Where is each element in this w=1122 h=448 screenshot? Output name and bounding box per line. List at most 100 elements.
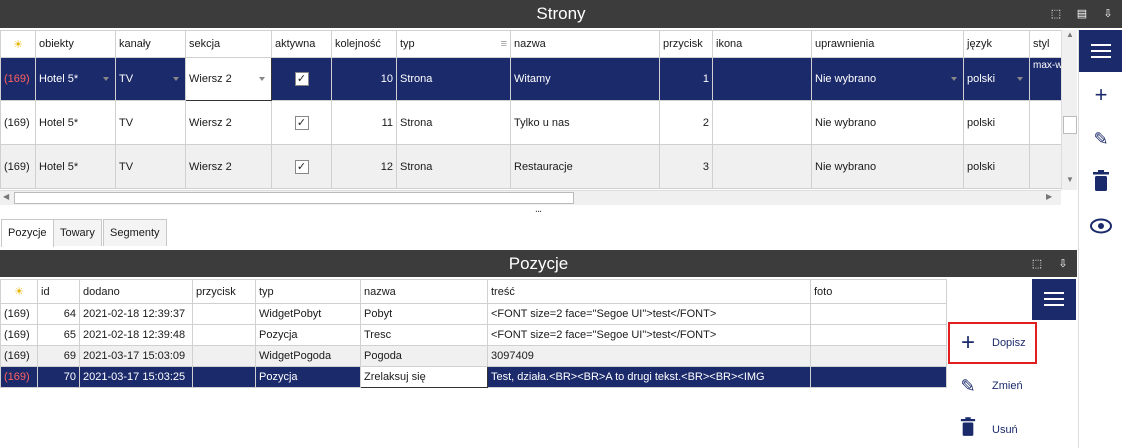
styl-cell[interactable]: max-w (1029, 57, 1062, 101)
aktywna-cell[interactable]: ✓ (271, 57, 332, 101)
sun-icon[interactable]: ☀ (0, 279, 38, 304)
top-horizontal-scroll-thumb[interactable] (14, 192, 574, 204)
typ-cell[interactable]: WidgetPogoda (255, 345, 361, 367)
typ-cell[interactable]: Strona (396, 57, 511, 101)
typ-cell[interactable]: Pozycja (255, 324, 361, 346)
dodano-cell[interactable]: 2021-02-18 12:39:48 (79, 324, 193, 346)
splitter-handle[interactable]: ... (528, 203, 548, 215)
col-nazwa[interactable]: nazwa (360, 279, 488, 304)
nazwa-cell[interactable]: Restauracje (510, 144, 660, 189)
przycisk-cell[interactable] (192, 303, 256, 325)
top-menu-button[interactable] (1079, 30, 1122, 72)
kanaly-cell[interactable]: TV (115, 144, 186, 189)
scroll-right-arrow-icon[interactable]: ▶ (1046, 192, 1052, 201)
col-ikona[interactable]: ikona (712, 30, 812, 58)
nazwa-cell[interactable]: Tylko u nas (510, 100, 660, 145)
table-row[interactable]: (169) 70 2021-03-17 15:03:25 Pozycja Zre… (0, 366, 947, 388)
bottom-menu-button[interactable] (1032, 279, 1076, 320)
tresc-cell[interactable]: 3097409 (487, 345, 811, 367)
aktywna-checkbox[interactable]: ✓ (294, 159, 309, 174)
col-typ[interactable]: typ ≡ (396, 30, 511, 58)
przycisk-cell[interactable] (192, 366, 256, 388)
ikona-cell[interactable] (712, 100, 812, 145)
id-cell[interactable]: 64 (37, 303, 80, 325)
foto-cell[interactable] (810, 366, 947, 388)
nazwa-input[interactable]: Zrelaksuj się (360, 366, 488, 388)
obiekty-cell[interactable]: Hotel 5* (35, 144, 116, 189)
top-vertical-scroll-thumb[interactable] (1063, 116, 1077, 134)
sekcja-cell[interactable]: Wiersz 2 (185, 144, 272, 189)
jezyk-cell[interactable]: polski (963, 100, 1030, 145)
col-przycisk[interactable]: przycisk (659, 30, 713, 58)
edit-button[interactable]: ✎ Zmień (958, 369, 1022, 403)
nazwa-cell[interactable]: Pogoda (360, 345, 488, 367)
obiekty-cell[interactable]: Hotel 5* (35, 57, 116, 101)
styl-cell[interactable] (1029, 144, 1062, 189)
table-row[interactable]: (169) 69 2021-03-17 15:03:09 WidgetPogod… (0, 345, 947, 367)
przycisk-cell[interactable]: 1 (659, 57, 713, 101)
typ-cell[interactable]: WidgetPobyt (255, 303, 361, 325)
col-tresc[interactable]: treść (487, 279, 811, 304)
uprawnienia-cell[interactable]: Nie wybrano (811, 144, 964, 189)
col-jezyk[interactable]: język (963, 30, 1030, 58)
kolejnosc-cell[interactable]: 11 (331, 100, 397, 145)
tresc-cell[interactable]: <FONT size=2 face="Segoe UI">test</FONT> (487, 303, 811, 325)
nazwa-cell[interactable]: Pobyt (360, 303, 488, 325)
col-uprawnienia[interactable]: uprawnienia (811, 30, 964, 58)
col-typ[interactable]: typ (255, 279, 361, 304)
table-row[interactable]: (169) Hotel 5* TV Wiersz 2 ✓ 12 Strona R… (0, 144, 1062, 189)
ikona-cell[interactable] (712, 144, 812, 189)
table-row[interactable]: (169) Hotel 5* TV Wiersz 2 ✓ 11 Strona T… (0, 100, 1062, 145)
select-cursor-icon[interactable]: ⬚ (1050, 8, 1062, 20)
obiekty-cell[interactable]: Hotel 5* (35, 100, 116, 145)
dodano-cell[interactable]: 2021-02-18 12:39:37 (79, 303, 193, 325)
dodano-cell[interactable]: 2021-03-17 15:03:25 (79, 366, 193, 388)
foto-cell[interactable] (810, 324, 947, 346)
table-row[interactable]: (169) 64 2021-02-18 12:39:37 WidgetPobyt… (0, 303, 947, 325)
uprawnienia-cell[interactable]: Nie wybrano (811, 100, 964, 145)
select-cursor-icon[interactable]: ⬚ (1031, 258, 1043, 270)
col-nazwa[interactable]: nazwa (510, 30, 660, 58)
styl-cell[interactable] (1029, 100, 1062, 145)
kanaly-cell[interactable]: TV (115, 57, 186, 101)
przycisk-cell[interactable] (192, 345, 256, 367)
tab-pozycje[interactable]: Pozycje (1, 219, 54, 247)
col-id[interactable]: id (37, 279, 80, 304)
jezyk-cell[interactable]: polski (963, 144, 1030, 189)
typ-cell[interactable]: Strona (396, 100, 511, 145)
col-kolejnosc[interactable]: kolejność (331, 30, 397, 58)
table-row[interactable]: (169) 65 2021-02-18 12:39:48 Pozycja Tre… (0, 324, 947, 346)
table-row[interactable]: (169) Hotel 5* TV Wiersz 2 ✓ 10 Strona W… (0, 57, 1062, 101)
dodano-cell[interactable]: 2021-03-17 15:03:09 (79, 345, 193, 367)
id-cell[interactable]: 65 (37, 324, 80, 346)
col-sekcja[interactable]: sekcja (185, 30, 272, 58)
sekcja-dropdown[interactable]: Wiersz 2 (185, 57, 272, 101)
tab-towary[interactable]: Towary (53, 219, 102, 246)
typ-cell[interactable]: Strona (396, 144, 511, 189)
przycisk-cell[interactable]: 2 (659, 100, 713, 145)
delete-button[interactable]: Usuń (958, 413, 1018, 447)
aktywna-checkbox[interactable]: ✓ (294, 115, 309, 130)
sekcja-cell[interactable]: Wiersz 2 (185, 100, 272, 145)
ikona-cell[interactable] (712, 57, 812, 101)
col-obiekty[interactable]: obiekty (35, 30, 116, 58)
scroll-left-arrow-icon[interactable]: ◀ (3, 192, 9, 201)
scroll-down-arrow-icon[interactable]: ▼ (1062, 175, 1078, 189)
aktywna-checkbox[interactable]: ✓ (294, 72, 309, 86)
kolejnosc-cell[interactable]: 10 (331, 57, 397, 101)
aktywna-cell[interactable]: ✓ (271, 144, 332, 189)
add-button[interactable]: + Dopisz (958, 326, 1026, 360)
col-kanaly[interactable]: kanały (115, 30, 186, 58)
delete-icon[interactable] (1088, 170, 1114, 196)
col-aktywna[interactable]: aktywna (271, 30, 332, 58)
nazwa-cell[interactable]: Tresc (360, 324, 488, 346)
jezyk-cell[interactable]: polski (963, 57, 1030, 101)
col-przycisk[interactable]: przycisk (192, 279, 256, 304)
typ-cell[interactable]: Pozycja (255, 366, 361, 388)
scroll-up-arrow-icon[interactable]: ▲ (1062, 30, 1078, 44)
nazwa-cell[interactable]: Witamy (510, 57, 660, 101)
uprawnienia-cell[interactable]: Nie wybrano (811, 57, 964, 101)
przycisk-cell[interactable] (192, 324, 256, 346)
view-icon[interactable] (1088, 214, 1114, 240)
przycisk-cell[interactable]: 3 (659, 144, 713, 189)
